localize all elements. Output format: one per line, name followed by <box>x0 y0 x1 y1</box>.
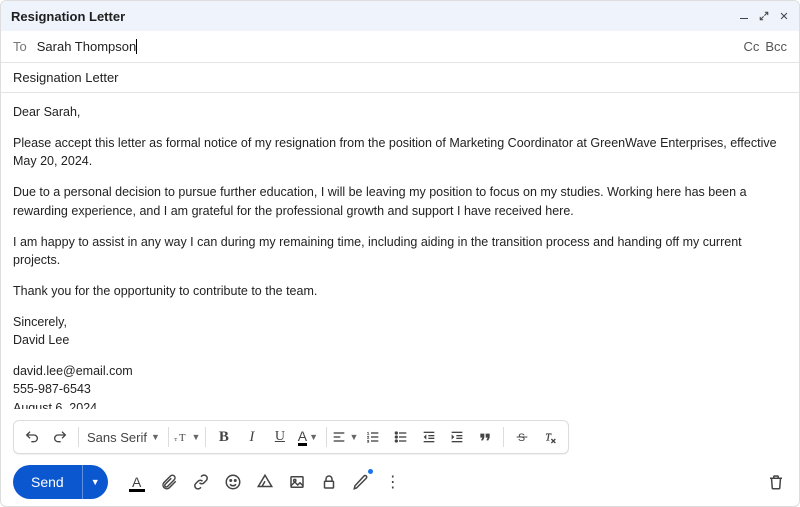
greeting: Dear Sarah, <box>13 103 787 121</box>
closing: Sincerely, <box>13 313 787 331</box>
cc-bcc-group: Cc Bcc <box>743 39 787 54</box>
send-group: Send ▼ <box>13 465 108 499</box>
cc-button[interactable]: Cc <box>743 39 759 54</box>
separator <box>78 427 79 447</box>
signature-date: August 6, 2024 <box>13 399 787 410</box>
discard-icon[interactable] <box>767 473 785 494</box>
drive-icon[interactable] <box>250 467 280 497</box>
bottom-icons: A ⋮ <box>122 467 408 497</box>
signature-icon[interactable] <box>346 467 376 497</box>
image-icon[interactable] <box>282 467 312 497</box>
bcc-button[interactable]: Bcc <box>765 39 787 54</box>
subject-input[interactable]: Resignation Letter <box>1 63 799 93</box>
fullscreen-icon[interactable] <box>759 11 769 21</box>
to-label: To <box>13 39 27 54</box>
to-row: To Sarah Thompson Cc Bcc <box>1 31 799 63</box>
separator <box>168 427 169 447</box>
svg-text:S: S <box>518 432 525 444</box>
numbered-list-button[interactable]: 123 <box>359 423 387 451</box>
svg-text:T: T <box>545 432 552 443</box>
align-button[interactable]: ▼ <box>331 423 359 451</box>
message-body[interactable]: Dear Sarah, Please accept this letter as… <box>1 93 799 409</box>
font-size-button[interactable]: тT▼ <box>173 423 201 451</box>
compose-header: Resignation Letter <box>1 1 799 31</box>
text-cursor <box>136 39 137 54</box>
paragraph-1: Please accept this letter as formal noti… <box>13 134 787 170</box>
separator <box>205 427 206 447</box>
redo-button[interactable] <box>46 423 74 451</box>
compose-title: Resignation Letter <box>11 9 125 24</box>
text-color-button[interactable]: A▼ <box>294 423 322 451</box>
bottom-bar: Send ▼ A ⋮ <box>1 458 799 506</box>
signature-email: david.lee@email.com <box>13 362 787 380</box>
formatting-toggle-button[interactable]: A <box>122 467 152 497</box>
send-button[interactable]: Send <box>13 465 82 499</box>
recipient-value: Sarah Thompson <box>37 39 137 54</box>
paragraph-3: I am happy to assist in any way I can du… <box>13 233 787 269</box>
send-options-button[interactable]: ▼ <box>82 465 108 499</box>
indent-more-button[interactable] <box>443 423 471 451</box>
svg-text:т: т <box>175 436 178 443</box>
subject-text: Resignation Letter <box>13 70 119 85</box>
paragraph-2: Due to a personal decision to pursue fur… <box>13 183 787 219</box>
confidential-icon[interactable] <box>314 467 344 497</box>
emoji-icon[interactable] <box>218 467 248 497</box>
to-input[interactable]: Sarah Thompson <box>37 39 744 54</box>
separator <box>503 427 504 447</box>
clear-formatting-button[interactable]: T <box>536 423 564 451</box>
signature-phone: 555-987-6543 <box>13 380 787 398</box>
font-select[interactable]: Sans Serif▼ <box>83 430 164 445</box>
underline-button[interactable]: U <box>266 423 294 451</box>
italic-button[interactable]: I <box>238 423 266 451</box>
indent-less-button[interactable] <box>415 423 443 451</box>
strikethrough-button[interactable]: S <box>508 423 536 451</box>
paragraph-4: Thank you for the opportunity to contrib… <box>13 282 787 300</box>
minimize-icon[interactable] <box>739 11 749 21</box>
bulleted-list-button[interactable] <box>387 423 415 451</box>
more-options-icon[interactable]: ⋮ <box>378 467 408 497</box>
link-icon[interactable] <box>186 467 216 497</box>
svg-text:3: 3 <box>367 438 370 443</box>
separator <box>326 427 327 447</box>
close-icon[interactable] <box>779 11 789 21</box>
formatting-toolbar: Sans Serif▼ тT▼ B I U A▼ ▼ 123 S T <box>13 420 569 454</box>
undo-button[interactable] <box>18 423 46 451</box>
attach-icon[interactable] <box>154 467 184 497</box>
signature-name: David Lee <box>13 331 787 349</box>
window-controls <box>739 11 789 21</box>
quote-button[interactable] <box>471 423 499 451</box>
bold-button[interactable]: B <box>210 423 238 451</box>
svg-text:T: T <box>179 433 186 444</box>
